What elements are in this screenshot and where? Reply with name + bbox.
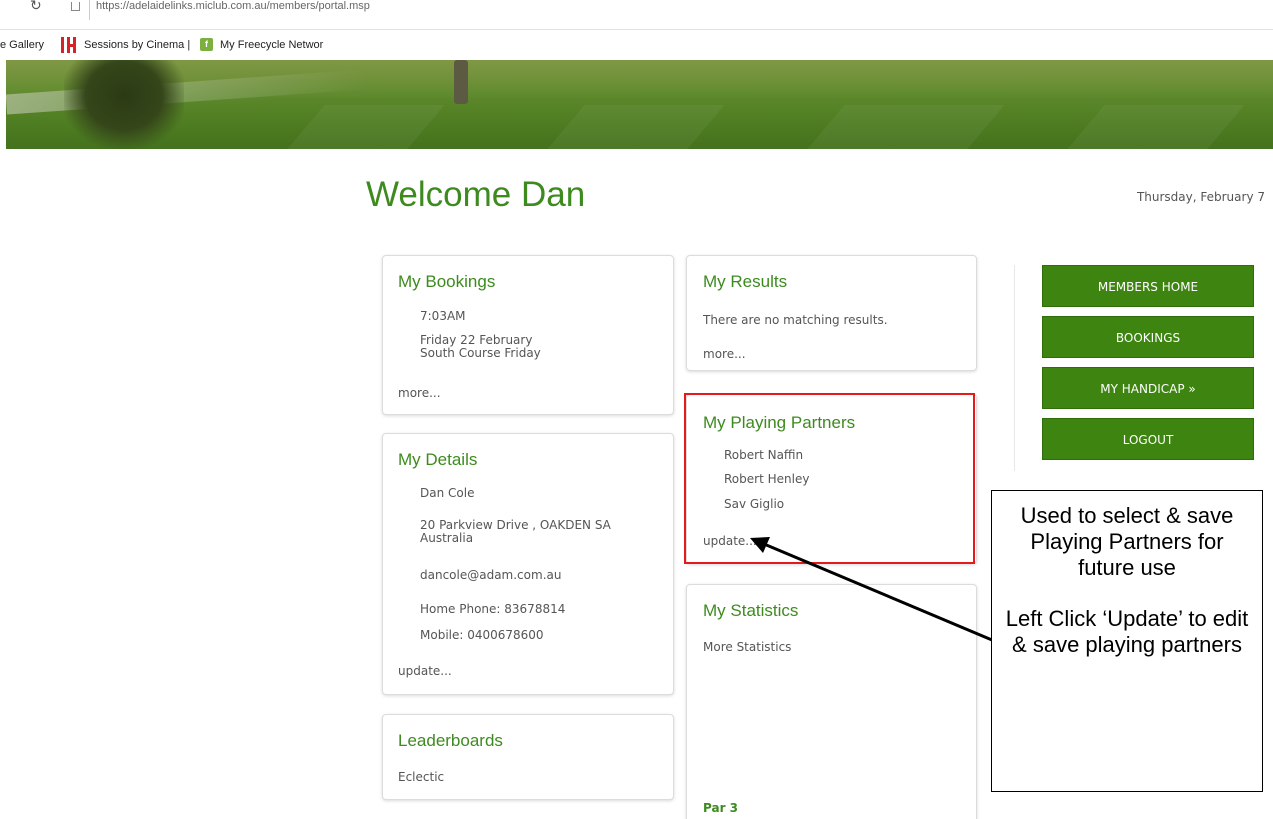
bookmark-gallery[interactable]: e Gallery	[0, 39, 44, 51]
address-bar: ↻ https://adelaidelinks.miclub.com.au/me…	[0, 0, 1273, 30]
details-address-line2: Australia	[420, 531, 474, 545]
details-title: My Details	[398, 450, 478, 469]
banner-image	[6, 60, 1273, 149]
page-title: Welcome Dan	[366, 175, 586, 214]
bookmark-freecycle[interactable]: My Freecycle Networ	[220, 39, 323, 51]
booking-time: 7:03AM	[420, 309, 466, 323]
bookmarks-bar: e Gallery Sessions by Cinema | f My Free…	[0, 33, 1273, 59]
results-more-link[interactable]: more...	[703, 347, 746, 361]
details-home-phone: Home Phone: 83678814	[420, 602, 566, 616]
callout-text-instruction: Left Click ‘Update’ to edit & save playi…	[1005, 606, 1249, 657]
members-home-button[interactable]: MEMBERS HOME	[1042, 265, 1254, 307]
bookings-card: My Bookings 7:03AM Friday 22 February So…	[382, 255, 674, 415]
cinema-icon	[61, 37, 77, 53]
statistics-title: My Statistics	[703, 601, 799, 620]
details-mobile: Mobile: 0400678600	[420, 628, 544, 642]
page: ↻ https://adelaidelinks.miclub.com.au/me…	[0, 0, 1273, 819]
my-handicap-button[interactable]: MY HANDICAP »	[1042, 367, 1254, 409]
details-email: dancole@adam.com.au	[420, 568, 562, 582]
details-update-link[interactable]: update...	[398, 664, 452, 678]
page-icon	[71, 2, 80, 11]
logout-button[interactable]: LOGOUT	[1042, 418, 1254, 460]
reload-icon[interactable]: ↻	[30, 0, 42, 13]
statistics-more-link[interactable]: More Statistics	[703, 640, 791, 654]
details-address-line1: 20 Parkview Drive , OAKDEN SA	[420, 518, 611, 532]
bookings-button[interactable]: BOOKINGS	[1042, 316, 1254, 358]
statistics-par3-label: Par 3	[703, 801, 739, 815]
leaderboards-eclectic-link[interactable]: Eclectic	[398, 770, 444, 784]
bookings-more-link[interactable]: more...	[398, 386, 441, 400]
callout-text-purpose: Used to select & save Playing Partners f…	[1020, 503, 1234, 580]
leaderboards-card: Leaderboards Eclectic	[382, 714, 674, 800]
partners-highlight-box	[684, 393, 975, 564]
details-name: Dan Cole	[420, 486, 475, 500]
freecycle-icon: f	[200, 38, 213, 51]
booking-date: Friday 22 February	[420, 333, 533, 347]
annotation-callout: Used to select & save Playing Partners f…	[991, 490, 1263, 792]
current-date: Thursday, February 7	[1136, 190, 1265, 204]
statistics-card: My Statistics More Statistics Par 3	[686, 584, 977, 819]
bookings-title: My Bookings	[398, 272, 496, 291]
details-card: My Details Dan Cole 20 Parkview Drive , …	[382, 433, 674, 695]
sidebar-divider	[1014, 265, 1015, 471]
url-text[interactable]: https://adelaidelinks.miclub.com.au/memb…	[96, 0, 370, 12]
address-separator	[89, 0, 90, 20]
bookmark-cinema[interactable]: Sessions by Cinema |	[84, 39, 190, 51]
leaderboards-title: Leaderboards	[398, 731, 503, 750]
results-title: My Results	[703, 272, 788, 291]
results-card: My Results There are no matching results…	[686, 255, 977, 371]
booking-course: South Course Friday	[420, 346, 541, 360]
results-message: There are no matching results.	[703, 313, 888, 327]
